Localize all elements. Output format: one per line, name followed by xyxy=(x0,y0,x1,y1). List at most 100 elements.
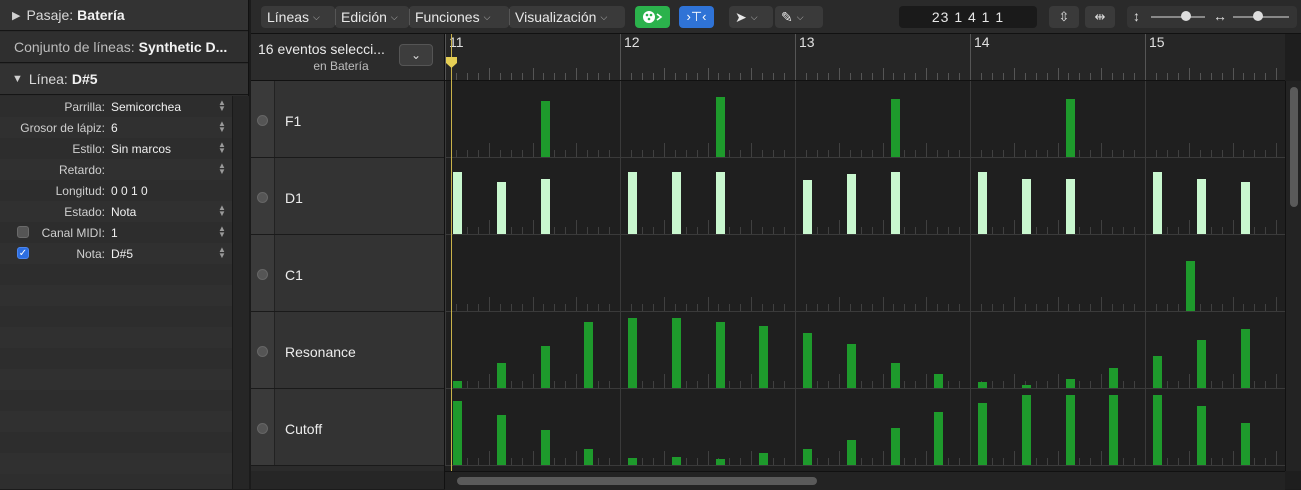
step-event[interactable] xyxy=(453,172,462,234)
step-event[interactable] xyxy=(1022,395,1031,465)
param-row[interactable]: Longitud: 0 0 1 0 xyxy=(0,180,232,201)
step-event[interactable] xyxy=(497,363,506,388)
param-value[interactable]: Semicorchea xyxy=(111,100,181,114)
param-row[interactable]: Grosor de lápiz: 6 ▲ ▼ xyxy=(0,117,232,138)
slider-knob[interactable] xyxy=(1253,11,1263,21)
step-event[interactable] xyxy=(1022,179,1031,234)
step-event[interactable] xyxy=(541,430,550,465)
pencil-tool-menu[interactable]: ✎ ⌵ xyxy=(775,6,823,28)
step-event[interactable] xyxy=(716,97,725,157)
region-header[interactable]: ▶ Pasaje: Batería xyxy=(0,0,248,31)
menu-visualizacion[interactable]: Visualización ⌵ xyxy=(509,6,625,28)
lane-status-icon[interactable] xyxy=(257,423,268,434)
step-event[interactable] xyxy=(497,182,506,234)
step-event[interactable] xyxy=(672,457,681,465)
step-event[interactable] xyxy=(1109,395,1118,465)
pointer-tool-menu[interactable]: ➤ ⌵ xyxy=(729,6,773,28)
param-value[interactable]: Sin marcos xyxy=(111,142,171,156)
slider-knob[interactable] xyxy=(1181,11,1191,21)
step-event[interactable] xyxy=(1153,395,1162,465)
step-event[interactable] xyxy=(759,326,768,388)
lane-header[interactable]: Resonance xyxy=(251,312,444,389)
line-header[interactable]: ▼ Línea: D#5 xyxy=(0,64,248,95)
step-event[interactable] xyxy=(453,401,462,465)
param-row[interactable]: ✓ Nota: D#5 ▲ ▼ xyxy=(0,243,232,264)
step-event[interactable] xyxy=(847,440,856,465)
disclosure-right-icon[interactable]: ▶ xyxy=(12,9,20,22)
step-event[interactable] xyxy=(584,449,593,465)
zoom-fit-vertical-button[interactable]: ⇳ xyxy=(1049,6,1079,28)
lane-header[interactable]: C1 xyxy=(251,235,444,312)
step-event[interactable] xyxy=(1197,179,1206,234)
step-event[interactable] xyxy=(1241,423,1250,465)
lineset-header[interactable]: Conjunto de líneas: Synthetic D... xyxy=(0,32,248,63)
param-value[interactable]: 6 xyxy=(111,121,118,135)
step-event[interactable] xyxy=(628,458,637,465)
inspector-scrollbar[interactable] xyxy=(232,96,249,489)
menu-funciones[interactable]: Funciones ⌵ xyxy=(409,6,509,28)
step-event[interactable] xyxy=(1066,99,1075,157)
param-value[interactable]: D#5 xyxy=(111,247,133,261)
param-row[interactable]: Parrilla: Semicorchea ▲ ▼ xyxy=(0,96,232,117)
catch-button[interactable]: ›⊤‹ xyxy=(679,6,714,28)
step-event[interactable] xyxy=(584,322,593,388)
step-event[interactable] xyxy=(1153,356,1162,388)
step-event[interactable] xyxy=(803,449,812,465)
vertical-scrollbar[interactable] xyxy=(1285,81,1301,471)
step-event[interactable] xyxy=(1241,329,1250,388)
playhead[interactable] xyxy=(451,34,452,471)
midi-in-button[interactable] xyxy=(635,6,670,28)
param-row[interactable]: Estilo: Sin marcos ▲ ▼ xyxy=(0,138,232,159)
param-checkbox[interactable] xyxy=(17,226,29,238)
step-event[interactable] xyxy=(1153,172,1162,234)
step-event[interactable] xyxy=(1066,395,1075,465)
scroll-thumb[interactable] xyxy=(457,477,817,485)
lane-status-icon[interactable] xyxy=(257,192,268,203)
vertical-zoom-slider[interactable] xyxy=(1151,16,1205,18)
step-event[interactable] xyxy=(1197,340,1206,388)
step-event[interactable] xyxy=(541,101,550,157)
stepper-icon[interactable]: ▲ ▼ xyxy=(218,246,226,260)
step-event[interactable] xyxy=(453,381,462,388)
step-event[interactable] xyxy=(978,172,987,234)
step-event[interactable] xyxy=(672,172,681,234)
param-value[interactable]: 1 xyxy=(111,226,118,240)
lane-status-icon[interactable] xyxy=(257,115,268,126)
lane-header[interactable]: D1 xyxy=(251,158,444,235)
param-value[interactable]: Nota xyxy=(111,205,136,219)
bar-ruler[interactable]: 11 12 13 14 15 xyxy=(445,34,1285,81)
step-event[interactable] xyxy=(1109,368,1118,388)
param-row[interactable]: Estado: Nota ▲ ▼ xyxy=(0,201,232,222)
stepper-icon[interactable]: ▲ ▼ xyxy=(218,141,226,155)
step-event[interactable] xyxy=(891,99,900,157)
step-event[interactable] xyxy=(1186,261,1195,311)
step-event[interactable] xyxy=(541,346,550,388)
step-event[interactable] xyxy=(672,318,681,388)
lane-grid[interactable] xyxy=(445,235,1285,312)
lane-status-icon[interactable] xyxy=(257,269,268,280)
zoom-fit-horizontal-button[interactable]: ⇹ xyxy=(1085,6,1115,28)
step-event[interactable] xyxy=(1022,385,1031,388)
disclosure-down-icon[interactable]: ▼ xyxy=(12,73,23,85)
stepper-icon[interactable]: ▲ ▼ xyxy=(218,204,226,218)
scroll-thumb[interactable] xyxy=(1290,87,1298,207)
horizontal-scrollbar[interactable] xyxy=(445,471,1285,490)
param-value[interactable]: 0 0 1 0 xyxy=(111,184,148,198)
step-event[interactable] xyxy=(891,172,900,234)
stepper-icon[interactable]: ▲ ▼ xyxy=(218,120,226,134)
step-event[interactable] xyxy=(891,428,900,465)
lane-header[interactable]: Cutoff xyxy=(251,389,444,466)
lineset-menu-button[interactable]: ⌄ xyxy=(399,44,433,66)
step-event[interactable] xyxy=(716,172,725,234)
lane-grid[interactable] xyxy=(445,81,1285,158)
step-event[interactable] xyxy=(628,318,637,388)
step-event[interactable] xyxy=(803,180,812,234)
step-event[interactable] xyxy=(891,363,900,388)
stepper-icon[interactable]: ▲ ▼ xyxy=(218,225,226,239)
step-event[interactable] xyxy=(847,344,856,388)
lane-status-icon[interactable] xyxy=(257,346,268,357)
step-event[interactable] xyxy=(803,333,812,388)
step-event[interactable] xyxy=(716,322,725,388)
step-event[interactable] xyxy=(1066,379,1075,388)
step-event[interactable] xyxy=(1197,406,1206,465)
